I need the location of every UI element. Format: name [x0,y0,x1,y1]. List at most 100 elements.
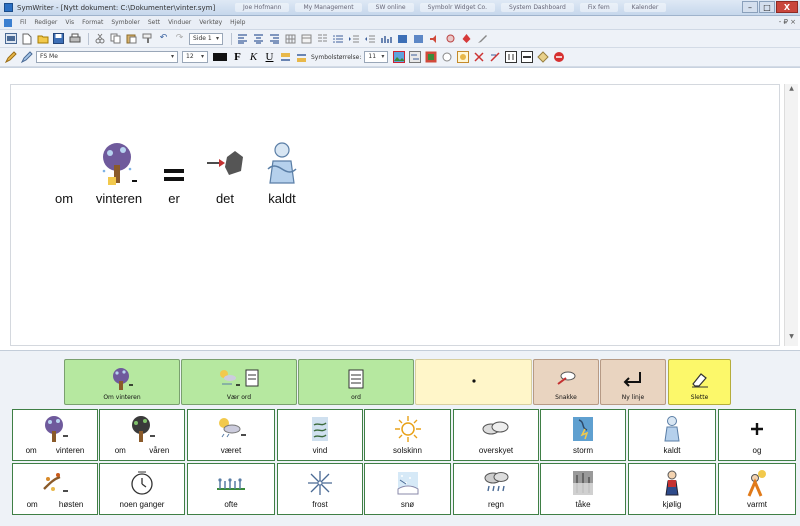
grid-cell-period[interactable]: . [415,359,532,405]
pen-icon[interactable] [476,32,489,45]
wand-icon[interactable] [440,51,453,64]
grid-cell-om-vinteren[interactable]: Om vinteren [64,359,180,405]
copy-icon[interactable] [109,32,122,45]
symbol-word-det[interactable]: det [203,139,247,206]
menu-symbols[interactable]: Symboler [107,19,144,26]
page-select[interactable]: Side 1 ▾ [189,32,223,45]
grid-cell-ofte[interactable]: ofte [187,463,275,515]
speak-button[interactable]: Snakke [533,359,599,405]
new-document-icon[interactable] [20,32,33,45]
grid-cell-take[interactable]: tåke [540,463,626,515]
taskbar-tab[interactable]: Joe Hofmann [235,3,290,12]
close-button[interactable]: X [776,1,798,13]
grid-cell-storm[interactable]: storm [540,409,626,461]
pointer-icon[interactable] [536,51,549,64]
font-select[interactable]: FS Me ▾ [36,51,178,63]
grid-cell-solskinn[interactable]: solskinn [364,409,451,461]
mode-icon[interactable] [4,32,17,45]
document-window-controls[interactable]: - ₽ × [779,18,796,26]
undo-icon[interactable]: ↶ [157,32,170,45]
taskbar-tab[interactable]: Fix fem [579,3,618,12]
new-line-button[interactable]: Ny linje [600,359,666,405]
settings-icon[interactable] [444,32,457,45]
print-icon[interactable] [68,32,81,45]
symbol-word-er[interactable]: er [157,139,191,206]
bullet-list-icon[interactable] [332,32,345,45]
remove-symbol-icon[interactable] [472,51,485,64]
symbol-swap-icon[interactable] [408,51,421,64]
grid-cell-om-varen[interactable]: om våren [99,409,185,461]
stop-icon[interactable] [552,51,565,64]
taskbar-tab[interactable]: SW online [367,3,414,12]
remove-text-icon[interactable] [488,51,501,64]
grid-set-icon[interactable] [380,32,393,45]
align-right-icon[interactable] [268,32,281,45]
maximize-button[interactable]: □ [759,1,775,13]
grid-cell-ord[interactable]: ord [298,359,414,405]
document-page[interactable]: om vinteren er det kaldt [10,84,780,346]
scroll-up-icon[interactable]: ▲ [785,85,798,97]
cut-icon[interactable] [93,32,106,45]
spell-check-icon[interactable] [460,32,473,45]
grid-cell-vind[interactable]: vind [277,409,363,461]
grid-window-icon[interactable] [504,51,517,64]
vertical-scrollbar[interactable]: ▲ ▼ [784,84,798,346]
save-icon[interactable] [52,32,65,45]
menu-edit[interactable]: Rediger [30,19,61,26]
grid-cell-sno[interactable]: snø [364,463,451,515]
align-center-icon[interactable] [252,32,265,45]
italic-button[interactable]: K [247,51,260,64]
grid-cell-overskyet[interactable]: overskyet [453,409,539,461]
symbol-size-select[interactable]: 11 ▾ [364,51,389,63]
grid-cell-om-hosten[interactable]: om høsten [12,463,98,515]
menu-windows[interactable]: Vinduer [164,19,195,26]
menu-format[interactable]: Format [78,19,107,26]
symbol-right-icon[interactable] [412,32,425,45]
marker-icon[interactable] [20,51,33,64]
symbol-frame-icon[interactable] [456,51,469,64]
grid-cell-frost[interactable]: frost [277,463,363,515]
scroll-down-icon[interactable]: ▼ [785,333,798,345]
table-icon[interactable] [300,32,313,45]
columns-icon[interactable] [316,32,329,45]
grid-cell-om-vinteren[interactable]: om vinteren [12,409,98,461]
grid-cell-kjolig[interactable]: kjølig [628,463,716,515]
align-left-icon[interactable] [236,32,249,45]
grid-cell-kaldt[interactable]: kaldt [628,409,716,461]
symbol-word-om[interactable]: om [47,139,81,206]
highlight-pen-icon[interactable] [4,51,17,64]
symbol-color-icon[interactable] [424,51,437,64]
picture-icon[interactable] [392,51,405,64]
menu-help[interactable]: Hjelp [226,19,249,26]
grid-cell-varmt[interactable]: varmt [718,463,796,515]
grid-icon[interactable] [284,32,297,45]
symbol-below-icon[interactable] [295,51,308,64]
grid-edit-icon[interactable] [520,51,533,64]
text-color-icon[interactable] [212,51,228,64]
grid-cell-regn[interactable]: regn [453,463,539,515]
taskbar-tab[interactable]: My Management [295,3,362,12]
menu-insert[interactable]: Sett [144,19,164,26]
grid-cell-og[interactable]: og [718,409,796,461]
menu-file[interactable]: Fil [16,19,30,26]
symbol-word-vinteren[interactable]: vinteren [85,139,153,206]
taskbar-tab[interactable]: Kalender [623,3,667,12]
font-size-select[interactable]: 12 ▾ [182,51,208,63]
bold-button[interactable]: F [231,51,244,64]
underline-button[interactable]: U [263,51,276,64]
speech-icon[interactable] [428,32,441,45]
indent-icon[interactable] [348,32,361,45]
menu-view[interactable]: Vis [61,19,78,26]
open-folder-icon[interactable] [36,32,49,45]
format-painter-icon[interactable] [141,32,154,45]
symbol-above-icon[interactable] [279,51,292,64]
paste-icon[interactable] [125,32,138,45]
erase-button[interactable]: Slette [668,359,731,405]
grid-cell-noen-ganger[interactable]: noen ganger [99,463,185,515]
taskbar-tab[interactable]: Symbolr Widget Co. [419,3,496,12]
redo-icon[interactable]: ↷ [173,32,186,45]
symbol-left-icon[interactable] [396,32,409,45]
menu-tools[interactable]: Verktøy [195,19,226,26]
minimize-button[interactable]: – [742,1,758,13]
symbol-word-kaldt[interactable]: kaldt [259,139,305,206]
